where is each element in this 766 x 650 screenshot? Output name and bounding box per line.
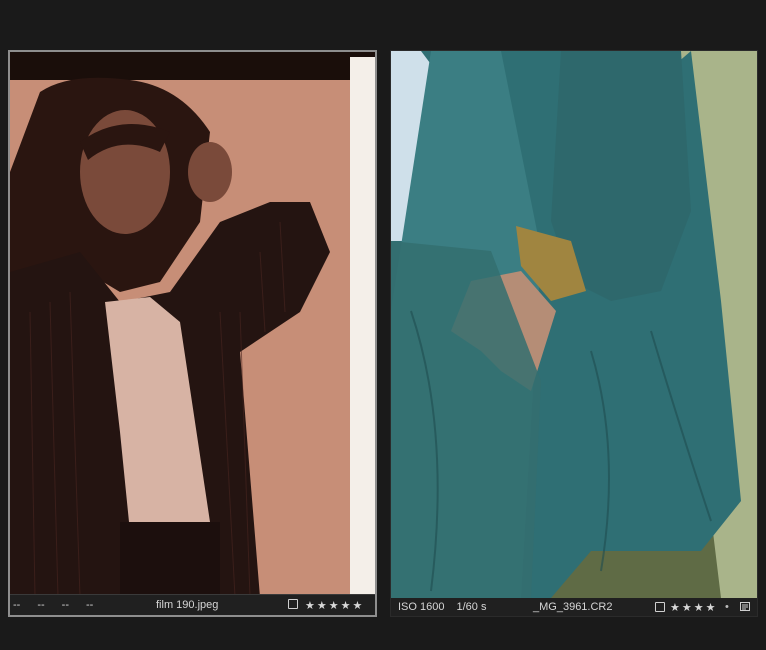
metadata-icon[interactable] [740,602,750,611]
thumbnail-info-bar: ISO 1600 1/60 s _MG_3961.CR2 ★★★★ • [391,598,757,616]
thumbnail-info-bar: -- -- -- -- film 190.jpeg ★★★★★ [10,594,375,615]
filename-label: _MG_3961.CR2 [533,601,613,613]
rating-dot[interactable]: • [725,601,729,613]
info-placeholder: -- [85,599,94,611]
iso-value: ISO 1600 [398,601,445,613]
info-placeholder: -- [13,599,21,611]
pick-flag-checkbox[interactable] [655,602,665,612]
photo-preview[interactable] [10,52,375,597]
photo-preview[interactable] [391,51,757,598]
info-placeholder: -- [37,599,45,611]
shutter-speed: 1/60 s [456,601,487,613]
thumbnail-film-190[interactable]: -- -- -- -- film 190.jpeg ★★★★★ [8,50,377,617]
filename-label: film 190.jpeg [156,599,219,611]
rating-stars[interactable]: ★★★★ [670,601,717,614]
pick-flag-checkbox[interactable] [288,599,298,609]
rating-stars[interactable]: ★★★★★ [305,599,364,612]
info-placeholder: -- [61,599,69,611]
thumbnail-mg-3961[interactable]: ISO 1600 1/60 s _MG_3961.CR2 ★★★★ • [390,50,758,617]
